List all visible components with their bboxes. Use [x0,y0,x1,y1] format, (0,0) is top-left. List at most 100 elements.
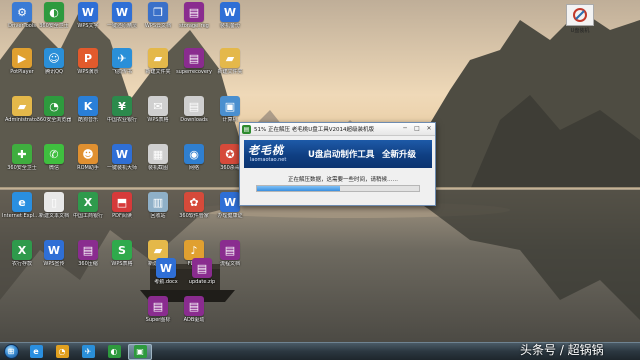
app-icon: W [112,144,132,164]
desktop-icon[interactable]: ▰ Administrator [4,96,40,134]
app-icon: ✉ [148,96,168,116]
file-icon[interactable]: ▤ update.zip [184,258,220,296]
app-icon: ▤ [184,96,204,116]
app-icon: ☺ [44,48,64,68]
desktop-icon-label: 360软件管家 [179,213,209,219]
progress-fill [257,186,340,191]
desktop-icon[interactable]: ▯ 新建文本文档 [36,192,72,230]
desktop-icon[interactable]: ✉ WPS表格 [140,96,176,134]
desktop-icon[interactable]: e Internet Explorer [2,192,42,230]
desktop-icon[interactable]: ✆ 微信 [36,144,72,182]
desktop-icon-label: 飞鸽传书 [111,69,132,75]
desktop-icon[interactable]: ▤ Downloads [176,96,212,134]
maximize-button[interactable]: □ [411,124,423,134]
360-browser-icon: ◔ [55,345,69,358]
desktop-icon-label: 回收站 [150,213,166,219]
desktop-icon[interactable]: ◔ 360安全浏览器 [36,96,72,134]
desktop-icon[interactable]: W 一键装机大师 [104,144,140,182]
desktop-icon[interactable]: ▤ 360压缩 [70,240,106,278]
minimize-button[interactable]: ─ [399,124,411,134]
desktop-icon[interactable]: K 酷狗音乐 [70,96,106,134]
desktop-icon[interactable]: ✚ 360安全卫士 [4,144,40,182]
desktop-icon-label: Downloads [180,117,208,123]
desktop-icon[interactable]: ◐ 360安全卫士 [36,2,72,40]
start-button[interactable]: ⊞ [0,343,22,360]
usb-tool-shortcut[interactable]: U盘装机 [562,4,598,40]
dialog-titlebar[interactable]: ▤ 51% 正在解压 老毛桃U盘工具V2014超级装机版 ─ □ ✕ [240,123,435,136]
app-icon: ☻ [78,144,98,164]
taskbar-button[interactable]: e [24,344,48,360]
installer-icon: ▣ [133,345,147,358]
desktop-icon[interactable]: P WPS演示 [70,48,106,86]
desktop-icon[interactable]: ▤ superrecovery [176,48,212,86]
app-icon: ✚ [12,144,32,164]
desktop-icon[interactable]: S WPS表格 [104,240,140,278]
app-icon: ▰ [220,48,240,68]
desktop-icon[interactable]: ⚙ DriverTools [4,2,40,40]
desktop-icon[interactable]: ✿ 360软件管家 [176,192,212,230]
app-icon: ▰ [148,48,168,68]
app-icon: ¥ [112,96,132,116]
app-icon: K [78,96,98,116]
desktop-icon[interactable]: W WPS文字 [70,2,106,40]
app-icon: S [112,240,132,260]
app-icon: X [78,192,98,212]
app-icon: e [12,192,32,212]
desktop-icon[interactable]: ▰ 新建文件夹 [140,48,176,86]
desktop-icon[interactable]: X 中国工商银行 [70,192,106,230]
desktop-icon[interactable]: ❒ WPS云文档 [140,2,176,40]
file-icon[interactable]: ▤ ADB驱动 [176,296,212,334]
brand-logo: 老毛桃 [248,144,284,157]
app-icon: ▤ [78,240,98,260]
close-button[interactable]: ✕ [423,124,435,134]
desktop-icon-label: superrecovery [176,69,212,75]
desktop-icon[interactable]: ◉ 网络 [176,144,212,182]
app-icon: ▰ [12,96,32,116]
taskbar-button[interactable]: ▣ [128,343,152,360]
upgrade-label: 全新升级 [382,150,417,160]
desktop-icon[interactable]: ¥ 中国农业银行 [104,96,140,134]
desktop-icon[interactable]: X 农行存款 [4,240,40,278]
desktop-icon[interactable]: ⬒ PDF阅读 [104,192,140,230]
desktop-icon[interactable]: ▰ 新建文件夹 [212,48,248,86]
desktop-icon[interactable]: ▤ storage_reg [176,2,212,40]
taskbar-button[interactable]: ✈ [76,344,100,360]
brand-slogan: U盘启动制作工具 [308,150,375,160]
app-icon: ◔ [44,96,64,116]
desktop-icon-label: 新建文件夹 [217,69,243,75]
desktop-icon[interactable]: W WPS宣传 [36,240,72,278]
taskbar-button[interactable]: ◐ [102,344,126,360]
desktop-icon-label: 网络 [188,165,199,171]
app-icon: ▤ [184,2,204,22]
progress-bar [256,185,420,192]
desktop-icon[interactable]: ☺ 腾讯QQ [36,48,72,86]
app-icon: ⬒ [112,192,132,212]
file-type-icon: ▤ [192,258,212,278]
file-icon[interactable]: W 考勤.docx [148,258,184,296]
feige-icon: ✈ [81,345,95,358]
app-icon: ▶ [12,48,32,68]
app-icon: ✪ [220,144,240,164]
app-icon: X [12,240,32,260]
desktop-icon-label: 新建文件夹 [145,69,171,75]
desktop-icon[interactable]: W 装机备份 [212,2,248,40]
taskbar-button[interactable]: ◔ [50,344,74,360]
app-icon: ▰ [148,240,168,260]
desktop-icon[interactable]: ▦ 装机截图 [140,144,176,182]
desktop-icon[interactable]: ☻ ROM助手 [70,144,106,182]
desktop-icon-label: WPS云文档 [144,23,172,29]
desktop-icon[interactable]: ▥ 回收站 [140,192,176,230]
desktop-icon-label: 一键装机大师 [106,165,137,171]
desktop-icon-label: PDF阅读 [112,213,132,219]
file-type-icon: ▤ [148,296,168,316]
desktop-icon[interactable]: ▶ PotPlayer [4,48,40,86]
app-icon: W [220,2,240,22]
watermark: 头条号 / 超锅锅 [520,343,604,357]
file-icon[interactable]: ▤ Super图标 [140,296,176,334]
app-icon: ⚙ [12,2,32,22]
desktop-icon[interactable]: W 一键还原精灵 [104,2,140,40]
desktop-icon[interactable]: ✈ 飞鸽传书 [104,48,140,86]
360-guard-icon: ◐ [107,345,121,358]
app-icon: ◐ [44,2,64,22]
desktop-icon-label: 中国农业银行 [106,117,137,123]
